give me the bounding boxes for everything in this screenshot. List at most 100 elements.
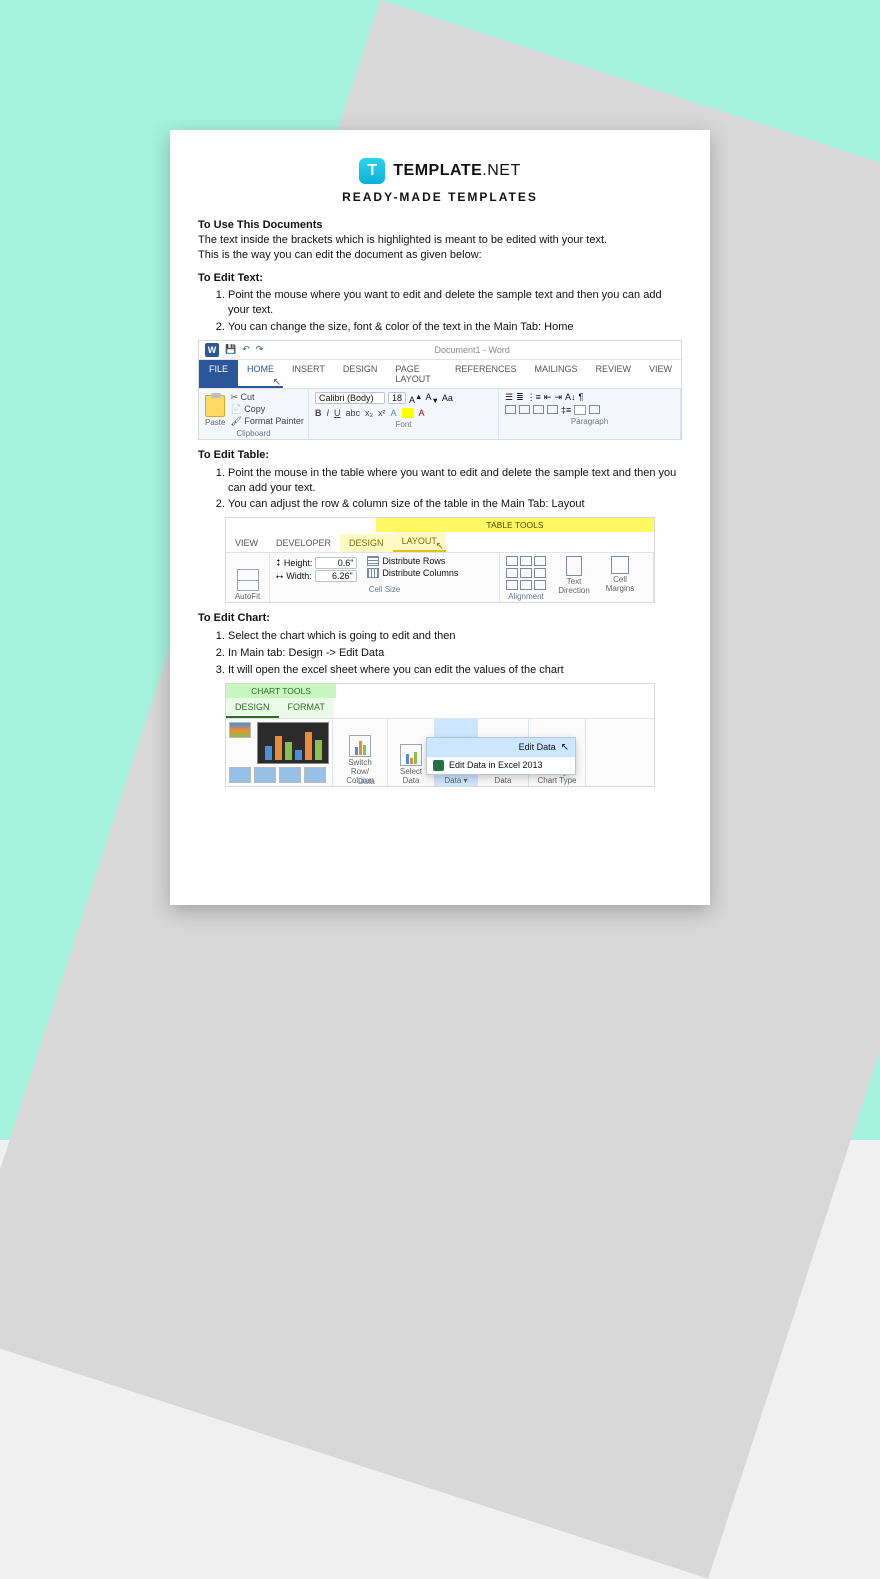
cell-margins-label: Cell Margins xyxy=(602,575,638,593)
align-left-icon[interactable] xyxy=(505,405,516,414)
show-marks-icon[interactable]: ¶ xyxy=(579,392,584,403)
align-button[interactable] xyxy=(534,568,546,578)
autofit-label: AutoFit xyxy=(235,592,260,601)
style-thumb[interactable] xyxy=(279,767,301,783)
align-button[interactable] xyxy=(506,568,518,578)
tab-label: LAYOUT xyxy=(402,536,437,546)
paste-button[interactable]: Paste xyxy=(205,392,225,427)
underline-button[interactable]: U xyxy=(334,408,341,418)
tab-home[interactable]: HOME↖ xyxy=(238,360,283,388)
grow-font-icon[interactable]: A▲ xyxy=(409,392,422,405)
tab-review[interactable]: REVIEW xyxy=(586,360,640,388)
subscript-button[interactable]: x₂ xyxy=(365,408,373,418)
cursor-icon: ↖ xyxy=(561,742,569,753)
undo-icon: ↶ xyxy=(242,344,250,355)
window-title: Document1 - Word xyxy=(269,345,675,355)
list-item: You can change the size, font & color of… xyxy=(228,319,682,336)
autofit-icon xyxy=(237,569,259,591)
style-thumb[interactable] xyxy=(304,767,326,783)
align-button[interactable] xyxy=(534,556,546,566)
tab-developer[interactable]: DEVELOPER xyxy=(267,534,340,552)
shrink-font-icon[interactable]: A▼ xyxy=(425,392,438,405)
cut-button[interactable]: ✂ Cut xyxy=(230,392,303,403)
tab-label: HOME xyxy=(247,364,274,374)
tab-references[interactable]: REFERENCES xyxy=(446,360,526,388)
color-thumb[interactable] xyxy=(229,722,251,738)
group-label: Cell Size xyxy=(276,583,493,594)
height-input[interactable]: 0.6" xyxy=(315,557,357,569)
style-thumb[interactable] xyxy=(229,767,251,783)
font-name-select[interactable]: Calibri (Body) xyxy=(315,392,385,404)
document-page: T TEMPLATE.NET READY-MADE TEMPLATES To U… xyxy=(170,130,710,905)
tab-format[interactable]: FORMAT xyxy=(279,698,334,718)
menu-edit-data[interactable]: Edit Data↖ xyxy=(427,738,575,757)
bold-button[interactable]: B xyxy=(315,408,322,418)
align-center-icon[interactable] xyxy=(519,405,530,414)
select-label: Select Data xyxy=(394,767,428,785)
cut-label: Cut xyxy=(241,392,255,402)
tab-design[interactable]: DESIGN xyxy=(340,534,393,552)
save-icon: 💾 xyxy=(225,344,236,355)
tab-insert[interactable]: INSERT xyxy=(283,360,334,388)
autofit-button[interactable]: AutoFit xyxy=(226,553,270,602)
multilevel-icon[interactable]: ⋮≡ xyxy=(527,392,541,403)
superscript-button[interactable]: x² xyxy=(378,408,386,418)
tab-mailings[interactable]: MAILINGS xyxy=(525,360,586,388)
highlight-color-icon[interactable] xyxy=(402,408,414,418)
quick-access-toolbar: W 💾 ↶ ↷ Document1 - Word xyxy=(199,341,681,359)
page-subtitle: READY-MADE TEMPLATES xyxy=(198,190,682,204)
align-button[interactable] xyxy=(520,580,532,590)
tab-design[interactable]: DESIGN xyxy=(226,698,279,718)
group-label: Clipboard xyxy=(205,427,302,438)
file-tab[interactable]: FILE xyxy=(199,360,238,388)
intro-line2: This is the way you can edit the documen… xyxy=(198,248,682,263)
chart-tools-wrap: CHART TOOLS DESIGN FORMAT xyxy=(198,683,682,787)
tab-page-layout[interactable]: PAGE LAYOUT xyxy=(386,360,446,388)
tab-view[interactable]: VIEW xyxy=(640,360,681,388)
bullets-icon[interactable]: ☰ xyxy=(505,392,513,403)
shading-icon[interactable] xyxy=(574,405,586,415)
align-button[interactable] xyxy=(506,580,518,590)
font-color-icon[interactable]: A xyxy=(419,408,425,418)
list-item: Select the chart which is going to edit … xyxy=(228,628,682,645)
italic-button[interactable]: I xyxy=(327,408,330,418)
painter-label: Format Painter xyxy=(244,416,304,426)
distribute-rows-button[interactable]: Distribute Rows xyxy=(367,556,458,566)
chart-style-preview[interactable] xyxy=(257,722,329,764)
switch-icon xyxy=(349,735,371,757)
height-icon: ⭥ xyxy=(276,558,281,569)
align-button[interactable] xyxy=(520,568,532,578)
text-direction-button[interactable]: Text Direction xyxy=(554,556,594,595)
text-effects-icon[interactable]: A xyxy=(391,408,397,418)
align-button[interactable] xyxy=(520,556,532,566)
borders-icon[interactable] xyxy=(589,405,600,414)
edit-data-dropdown: Edit Data↖ Edit Data in Excel 2013 xyxy=(426,737,576,775)
brand-row: T TEMPLATE.NET xyxy=(198,158,682,184)
numbering-icon[interactable]: ≣ xyxy=(516,392,524,403)
format-painter-button[interactable]: 🖌 Format Painter xyxy=(230,416,303,427)
style-thumb[interactable] xyxy=(254,767,276,783)
align-button[interactable] xyxy=(534,580,546,590)
sort-icon[interactable]: A↓ xyxy=(565,392,576,403)
copy-button[interactable]: 📄 Copy xyxy=(230,404,303,415)
increase-indent-icon[interactable]: ⇥ xyxy=(554,392,562,403)
text-direction-label: Text Direction xyxy=(554,577,594,595)
change-case-icon[interactable]: Aa xyxy=(442,393,453,403)
distribute-cols-button[interactable]: Distribute Columns xyxy=(367,568,458,578)
align-button[interactable] xyxy=(506,556,518,566)
width-input[interactable]: 6.26" xyxy=(315,570,357,582)
ribbon-groups: Paste ✂ Cut 📄 Copy 🖌 Format Painter Clip… xyxy=(199,388,681,439)
height-label: Height: xyxy=(284,558,313,568)
table-tools-band: TABLE TOOLS xyxy=(376,518,654,532)
justify-icon[interactable] xyxy=(547,405,558,414)
decrease-indent-icon[interactable]: ⇤ xyxy=(544,392,552,403)
menu-edit-data-excel[interactable]: Edit Data in Excel 2013 xyxy=(427,757,575,774)
tab-design[interactable]: DESIGN xyxy=(334,360,387,388)
tab-layout[interactable]: LAYOUT↖ xyxy=(393,532,446,552)
tab-view[interactable]: VIEW xyxy=(226,534,267,552)
font-size-select[interactable]: 18 xyxy=(388,392,406,404)
align-right-icon[interactable] xyxy=(533,405,544,414)
cell-margins-button[interactable]: Cell Margins xyxy=(602,556,638,593)
line-spacing-icon[interactable]: ‡≡ xyxy=(561,405,571,415)
strikethrough-button[interactable]: abc xyxy=(346,408,361,418)
